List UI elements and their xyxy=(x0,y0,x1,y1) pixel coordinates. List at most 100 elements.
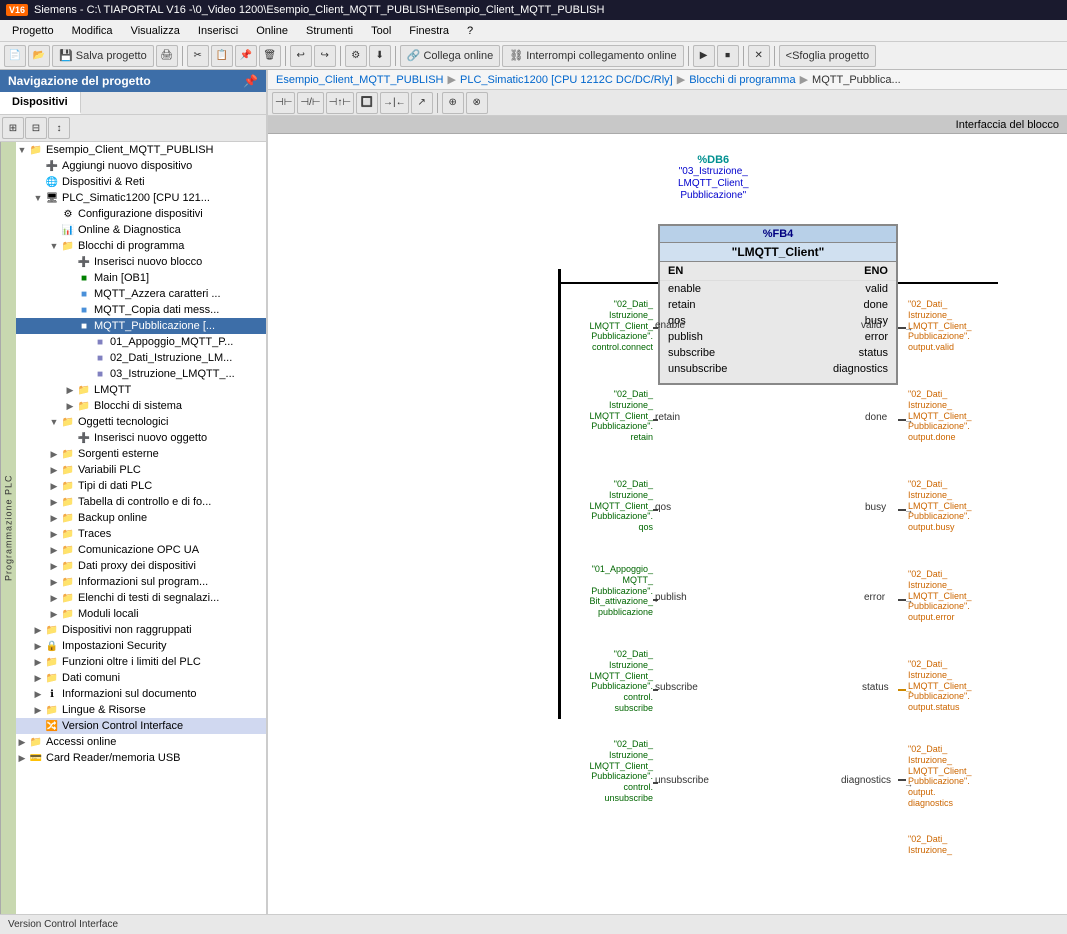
tree-item-lingue[interactable]: ▶ 📁 Lingue & Risorse xyxy=(16,702,266,718)
tree-item-plc[interactable]: ▼ 🖥 PLC_Simatic1200 [CPU 121... xyxy=(16,190,266,206)
tree-item-01-appoggio[interactable]: ■ 01_Appoggio_MQTT_P... xyxy=(16,334,266,350)
tree-item-info-doc[interactable]: ▶ ℹ Informazioni sul documento xyxy=(16,686,266,702)
tree-item-tabella[interactable]: ▶ 📁 Tabella di controllo e di fo... xyxy=(16,494,266,510)
ed-btn-2[interactable]: ⊣/⊢ xyxy=(297,92,323,114)
card-icon: 💳 xyxy=(28,751,44,765)
arrow-security: ▶ xyxy=(32,641,44,652)
tree-item-security[interactable]: ▶ 🔒 Impostazioni Security xyxy=(16,638,266,654)
nav-icon-btn-2[interactable]: ⊟ xyxy=(25,117,47,139)
diagram-area[interactable]: %DB6 "03_Istruzione_LMQTT_Client_Pubblic… xyxy=(268,134,1067,914)
tree-item-add-block[interactable]: ➕ Inserisci nuovo blocco xyxy=(16,254,266,270)
menu-modifica[interactable]: Modifica xyxy=(64,23,121,39)
tree-item-mqtt-pub[interactable]: ■ MQTT_Pubblicazione [... xyxy=(16,318,266,334)
tree-item-02-dati[interactable]: ■ 02_Dati_Istruzione_LM... xyxy=(16,350,266,366)
start-cpu-button[interactable]: ▶ xyxy=(693,45,715,67)
print-button[interactable]: 🖨 xyxy=(156,45,178,67)
menu-online[interactable]: Online xyxy=(248,23,296,39)
ed-btn-7[interactable]: ⊕ xyxy=(442,92,464,114)
open-button[interactable]: 📂 xyxy=(28,45,50,67)
tree-item-add-device[interactable]: ➕ Aggiungi nuovo dispositivo xyxy=(16,158,266,174)
tree-item-root[interactable]: ▼ 📁 Esempio_Client_MQTT_PUBLISH xyxy=(16,142,266,158)
tree-item-funzioni[interactable]: ▶ 📁 Funzioni oltre i limiti del PLC xyxy=(16,654,266,670)
tree-item-main-ob1[interactable]: ■ Main [OB1] xyxy=(16,270,266,286)
ed-btn-1[interactable]: ⊣⊢ xyxy=(272,92,295,114)
tree-item-oggetti[interactable]: ▼ 📁 Oggetti tecnologici xyxy=(16,414,266,430)
menu-strumenti[interactable]: Strumenti xyxy=(298,23,361,39)
tab-dispositivi[interactable]: Dispositivi xyxy=(0,92,81,114)
tree-item-dati-comuni[interactable]: ▶ 📁 Dati comuni xyxy=(16,670,266,686)
tree-item-config-device[interactable]: ⚙ Configurazione dispositivi xyxy=(16,206,266,222)
nav-pin-button[interactable]: 📌 xyxy=(243,74,258,88)
delete-button[interactable]: 🗑 xyxy=(259,45,281,67)
cut-button[interactable]: ✂ xyxy=(187,45,209,67)
label-accessi: Accessi online xyxy=(46,736,116,748)
bc-part-3[interactable]: Blocchi di programma xyxy=(689,74,795,86)
network-icon: 🌐 xyxy=(44,175,60,189)
ed-btn-8[interactable]: ⊗ xyxy=(466,92,488,114)
ed-btn-4[interactable]: 🔲 xyxy=(356,92,378,114)
tree-item-tipi-dati[interactable]: ▶ 📁 Tipi di dati PLC xyxy=(16,478,266,494)
toolbar-sep-1 xyxy=(182,46,183,66)
nav-icon-btn-1[interactable]: ⊞ xyxy=(2,117,24,139)
label-tabella: Tabella di controllo e di fo... xyxy=(78,496,211,508)
label-01-appoggio: 01_Appoggio_MQTT_P... xyxy=(110,336,233,348)
tree-item-moduli[interactable]: ▶ 📁 Moduli locali xyxy=(16,606,266,622)
var-label-subscribe: "02_Dati_Istruzione_LMQTT_Client_Pubblic… xyxy=(563,649,653,714)
menu-visualizza[interactable]: Visualizza xyxy=(123,23,188,39)
tree-item-blocchi-sistema[interactable]: ▶ 📁 Blocchi di sistema xyxy=(16,398,266,414)
label-variabili: Variabili PLC xyxy=(78,464,141,476)
redo-button[interactable]: ↪ xyxy=(314,45,336,67)
tree-item-traces[interactable]: ▶ 📁 Traces xyxy=(16,526,266,542)
compile-button[interactable]: ⚙ xyxy=(345,45,367,67)
ed-btn-6[interactable]: ↗ xyxy=(411,92,433,114)
menu-tool[interactable]: Tool xyxy=(363,23,399,39)
block-interface-bar: Interfaccia del blocco xyxy=(268,116,1067,134)
paste-button[interactable]: 📌 xyxy=(235,45,257,67)
tree-item-card[interactable]: ▶ 💳 Card Reader/memoria USB xyxy=(16,750,266,766)
tree-item-03-istruzione[interactable]: ■ 03_Istruzione_LMQTT_... xyxy=(16,366,266,382)
tree-item-opc[interactable]: ▶ 📁 Comunicazione OPC UA xyxy=(16,542,266,558)
tree-item-add-oggetto[interactable]: ➕ Inserisci nuovo oggetto xyxy=(16,430,266,446)
port-done-label-r: done xyxy=(865,412,887,423)
tree-item-blocchi[interactable]: ▼ 📁 Blocchi di programma xyxy=(16,238,266,254)
tree-item-backup[interactable]: ▶ 📁 Backup online xyxy=(16,510,266,526)
stop-cpu-button[interactable]: ⏹ xyxy=(717,45,739,67)
ed-btn-5[interactable]: →|← xyxy=(380,92,409,114)
new-button[interactable]: 📄 xyxy=(4,45,26,67)
menu-finestra[interactable]: Finestra xyxy=(401,23,457,39)
title-bar: V16 Siemens - C:\ TIAPORTAL V16 -\0_Vide… xyxy=(0,0,1067,20)
tree-item-online-diag[interactable]: 📊 Online & Diagnostica xyxy=(16,222,266,238)
connect-online-button[interactable]: 🔗 Collega online xyxy=(400,45,500,67)
lingue-icon: 📁 xyxy=(44,703,60,717)
port-valid-out: valid xyxy=(865,283,888,295)
ed-btn-3[interactable]: ⊣↑⊢ xyxy=(326,92,354,114)
tree-item-mqtt-azzera[interactable]: ■ MQTT_Azzera caratteri ... xyxy=(16,286,266,302)
label-vc: Version Control Interface xyxy=(62,720,183,732)
var-label-qos: "02_Dati_Istruzione_LMQTT_Client_Pubblic… xyxy=(568,479,653,533)
menu-help[interactable]: ? xyxy=(459,23,481,39)
disconnect-online-button[interactable]: ⛓ Interrompi collegamento online xyxy=(502,45,683,67)
nav-icon-btn-3[interactable]: ↕ xyxy=(48,117,70,139)
tree-item-devices-networks[interactable]: 🌐 Dispositivi & Reti xyxy=(16,174,266,190)
bc-part-2[interactable]: PLC_Simatic1200 [CPU 1212C DC/DC/Rly] xyxy=(460,74,673,86)
copy-button[interactable]: 📋 xyxy=(211,45,233,67)
undo-button[interactable]: ↩ xyxy=(290,45,312,67)
menu-progetto[interactable]: Progetto xyxy=(4,23,62,39)
save-button[interactable]: 💾 Salva progetto xyxy=(52,45,154,67)
tree-item-disp-non-ragg[interactable]: ▶ 📁 Dispositivi non raggruppati xyxy=(16,622,266,638)
download-button[interactable]: ⬇ xyxy=(369,45,391,67)
bc-part-1[interactable]: Esempio_Client_MQTT_PUBLISH xyxy=(276,74,444,86)
tree-item-variabili[interactable]: ▶ 📁 Variabili PLC xyxy=(16,462,266,478)
tree-item-lmqtt[interactable]: ▶ 📁 LMQTT xyxy=(16,382,266,398)
close-all-button[interactable]: ✕ xyxy=(748,45,770,67)
menu-inserisci[interactable]: Inserisci xyxy=(190,23,246,39)
tree-item-accessi[interactable]: ▶ 📁 Accessi online xyxy=(16,734,266,750)
tree-item-elenchi[interactable]: ▶ 📁 Elenchi di testi di segnalazi... xyxy=(16,590,266,606)
tree-item-sorgenti[interactable]: ▶ 📁 Sorgenti esterne xyxy=(16,446,266,462)
browse-button[interactable]: <Sfoglia progetto xyxy=(779,45,876,67)
tree-item-dati-proxy[interactable]: ▶ 📁 Dati proxy dei dispositivi xyxy=(16,558,266,574)
tree-item-mqtt-copia[interactable]: ■ MQTT_Copia dati mess... xyxy=(16,302,266,318)
tree-item-vc[interactable]: 🔀 Version Control Interface xyxy=(16,718,266,734)
tree-item-info-program[interactable]: ▶ 📁 Informazioni sul program... xyxy=(16,574,266,590)
app-title: Siemens - C:\ TIAPORTAL V16 -\0_Video 12… xyxy=(34,4,604,16)
